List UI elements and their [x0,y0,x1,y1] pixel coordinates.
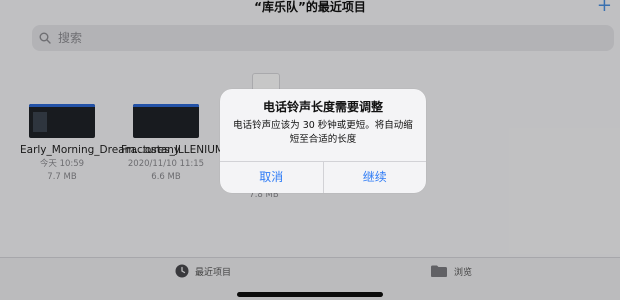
alert-message: 电话铃声应该为 30 秒钟或更短。将自动缩短至合适的长度 [233,120,413,145]
continue-button[interactable]: 继续 [324,162,427,193]
ringtone-length-alert: 电话铃声长度需要调整 电话铃声应该为 30 秒钟或更短。将自动缩短至合适的长度 … [220,89,426,193]
home-indicator[interactable] [237,292,383,297]
cancel-button[interactable]: 取消 [220,162,323,193]
alert-title: 电话铃声长度需要调整 [262,100,383,114]
alert-actions: 取消 继续 [220,161,426,193]
